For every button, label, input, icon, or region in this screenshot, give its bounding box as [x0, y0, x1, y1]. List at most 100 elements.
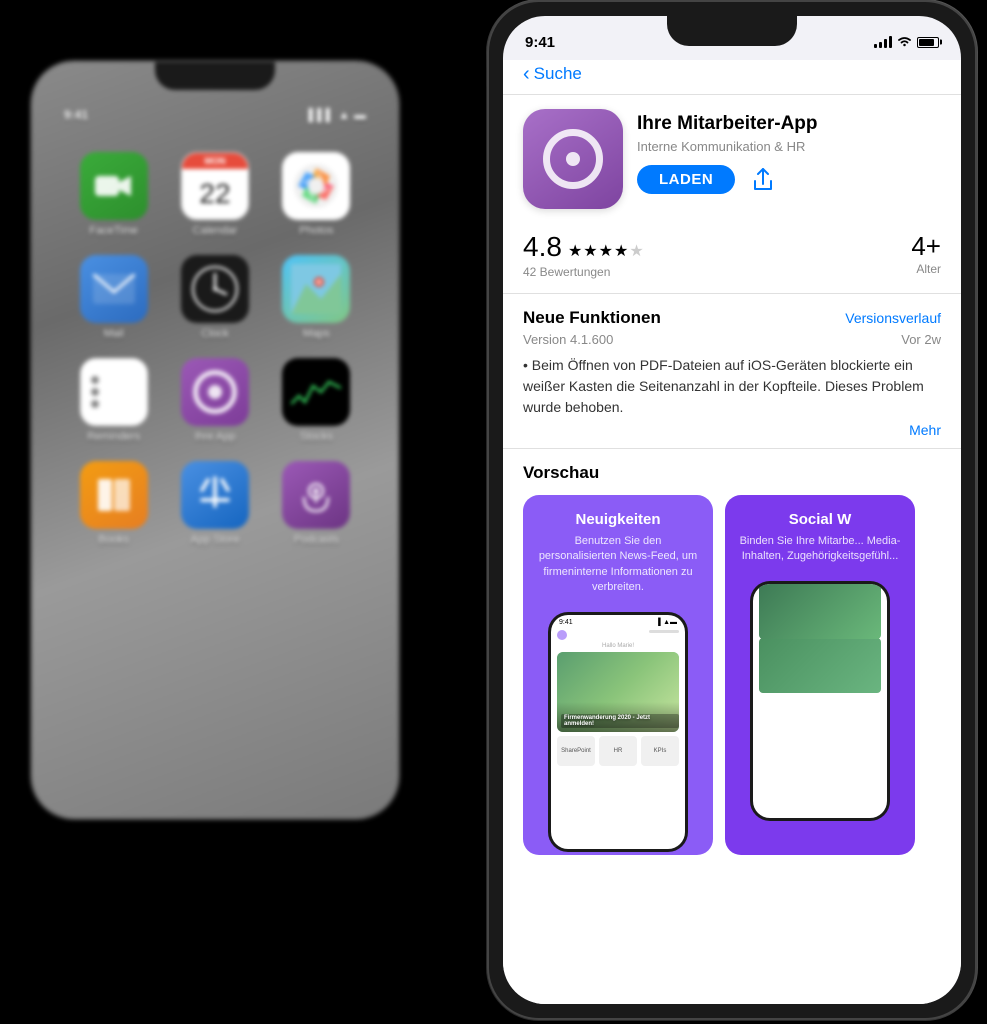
battery-icon	[917, 37, 939, 48]
preview-card-2-desc: Binden Sie Ihre Mitarbe... Media-Inhalte…	[739, 534, 901, 565]
facetime-label: FaceTime	[89, 225, 138, 237]
app-icon-books: Books	[72, 461, 155, 546]
nf-date: Vor 2w	[901, 332, 941, 347]
mini-icon-sharepoint: SharePoint	[557, 736, 595, 766]
appstore-content: ‹ Suche Ihre Mitarbeiter-App Interne Kom…	[503, 60, 961, 1004]
mini-icon-hr: HR	[599, 736, 637, 766]
status-time: 9:41	[525, 34, 555, 51]
app-icon-maps: Maps	[275, 255, 358, 340]
yourapp-label: Ihre App	[195, 431, 236, 443]
rating-score: 4.8	[523, 231, 562, 263]
preview-card-2-header: Social W Binden Sie Ihre Mitarbe... Medi…	[725, 495, 915, 575]
books-label: Books	[98, 534, 129, 546]
signal-bars	[874, 36, 892, 48]
signal-bar-3	[884, 39, 887, 48]
bg-status-time: 9:41	[64, 108, 88, 122]
preview-mini-screen-1: 9:41 ▌▲▬ Hallo Marie!	[551, 615, 685, 849]
app-icon-calendar: MON 22 Calendar	[173, 152, 256, 237]
mini-hero-label: Firmenwanderung 2020 - Jetzt anmelden!	[561, 714, 679, 728]
app-icon-yourapp: Ihre App	[173, 358, 256, 443]
appstore-label: App Store	[191, 534, 240, 546]
mail-icon	[80, 255, 148, 323]
stocks-label: Stocks	[300, 431, 333, 443]
mini-icons-row: SharePoint HR KPIs	[557, 736, 679, 766]
preview-cards: Neuigkeiten Benutzen Sie den personalisi…	[523, 495, 941, 855]
rating-left: 4.8 ★★★★★ 42 Bewertungen	[523, 231, 645, 279]
app-header: Ihre Mitarbeiter-App Interne Kommunikati…	[503, 95, 961, 223]
wifi-icon	[897, 35, 912, 50]
share-button[interactable]	[747, 164, 779, 196]
mini-top-icons	[551, 628, 685, 642]
app-icon-photos: Photos	[275, 152, 358, 237]
nf-header: Neue Funktionen Versionsverlauf	[523, 308, 941, 328]
mail-label: Mail	[104, 328, 124, 340]
stocks-icon	[282, 358, 350, 426]
fg-phone-notch	[667, 16, 797, 46]
vorschau-title: Vorschau	[523, 463, 941, 483]
podcasts-icon	[282, 461, 350, 529]
vorschau-section: Vorschau Neuigkeiten Benutzen Sie den pe…	[503, 449, 961, 865]
calendar-label: Calendar	[193, 225, 238, 237]
mini-icon-kpis: KPIs	[641, 736, 679, 766]
app-icon-reminders: Reminders	[72, 358, 155, 443]
app-icon-mail: Mail	[72, 255, 155, 340]
app-icon-appstore: App Store	[173, 461, 256, 546]
preview-mini-phone-1: 9:41 ▌▲▬ Hallo Marie!	[548, 612, 688, 852]
app-icon-stocks: Stocks	[275, 358, 358, 443]
signal-bar-1	[874, 44, 877, 48]
maps-label: Maps	[303, 328, 330, 340]
versionsverlauf-link[interactable]: Versionsverlauf	[845, 310, 941, 326]
nf-meta: Version 4.1.600 Vor 2w	[523, 332, 941, 347]
foreground-phone: 9:41 ‹	[487, 0, 977, 1020]
rating-count: 42 Bewertungen	[523, 265, 645, 279]
background-phone: 9:41 ▌▌▌ ▲ ▬ FaceTime MON 22 Ca	[30, 60, 400, 820]
battery-fill	[919, 39, 934, 46]
home-screen: 9:41 ▌▌▌ ▲ ▬ FaceTime MON 22 Ca	[52, 102, 378, 758]
back-chevron-icon: ‹	[523, 64, 530, 84]
preview-card-2-label: Social W	[739, 511, 901, 528]
bg-battery-icon: ▬	[354, 108, 366, 122]
age-label: Alter	[911, 262, 941, 276]
mini-time-1: 9:41	[559, 619, 573, 626]
app-icon-facetime: FaceTime	[72, 152, 155, 237]
calendar-icon: MON 22	[181, 152, 249, 220]
mini-content-1: Firmenwanderung 2020 - Jetzt anmelden! S…	[551, 650, 685, 768]
age-badge: 4+	[911, 231, 941, 262]
signal-bar-4	[889, 36, 892, 48]
icon-grid: FaceTime MON 22 Calendar	[52, 122, 378, 556]
mini-menu-icon	[649, 630, 679, 633]
mini-status-1: 9:41 ▌▲▬	[551, 615, 685, 628]
nav-back-button[interactable]: ‹ Suche	[523, 64, 941, 84]
bg-signal-icon: ▌▌▌	[309, 108, 335, 122]
mini-greeting: Hallo Marie!	[551, 642, 685, 650]
preview-mini-phone-2: 9:41 ▌▲▬ Lars Bäcker 2. April um 16:21	[750, 581, 890, 821]
mini-hero-image: Firmenwanderung 2020 - Jetzt anmelden!	[557, 652, 679, 732]
nav-bar: ‹ Suche	[503, 60, 961, 95]
facetime-icon	[80, 152, 148, 220]
bg-phone-notch	[155, 62, 275, 90]
podcasts-label: Podcasts	[294, 534, 339, 546]
app-icon-clock: Clock	[173, 255, 256, 340]
mini-top-icon-left	[557, 630, 567, 640]
photos-icon	[282, 152, 350, 220]
preview-card-social: Social W Binden Sie Ihre Mitarbe... Medi…	[725, 495, 915, 855]
mehr-link[interactable]: Mehr	[523, 422, 941, 438]
clock-icon	[181, 255, 249, 323]
preview-mini-screen-2: 9:41 ▌▲▬ Lars Bäcker 2. April um 16:21	[753, 584, 887, 818]
laden-button[interactable]: LADEN	[637, 165, 735, 194]
nf-version: Version 4.1.600	[523, 332, 613, 347]
nf-title: Neue Funktionen	[523, 308, 661, 328]
reminders-label: Reminders	[87, 431, 140, 443]
app-actions: LADEN	[637, 164, 941, 196]
reminders-icon	[80, 358, 148, 426]
status-icons	[874, 35, 939, 50]
mini-icons-1: ▌▲▬	[658, 619, 677, 626]
nav-back-label: Suche	[534, 64, 582, 84]
app-icon-large	[523, 109, 623, 209]
app-icon-target-ring	[543, 129, 603, 189]
yourapp-target-ring	[193, 370, 237, 414]
maps-icon	[282, 255, 350, 323]
rating-right: 4+ Alter	[911, 231, 941, 276]
rating-stars: ★★★★★	[568, 241, 645, 261]
mini-post-image	[759, 638, 881, 693]
